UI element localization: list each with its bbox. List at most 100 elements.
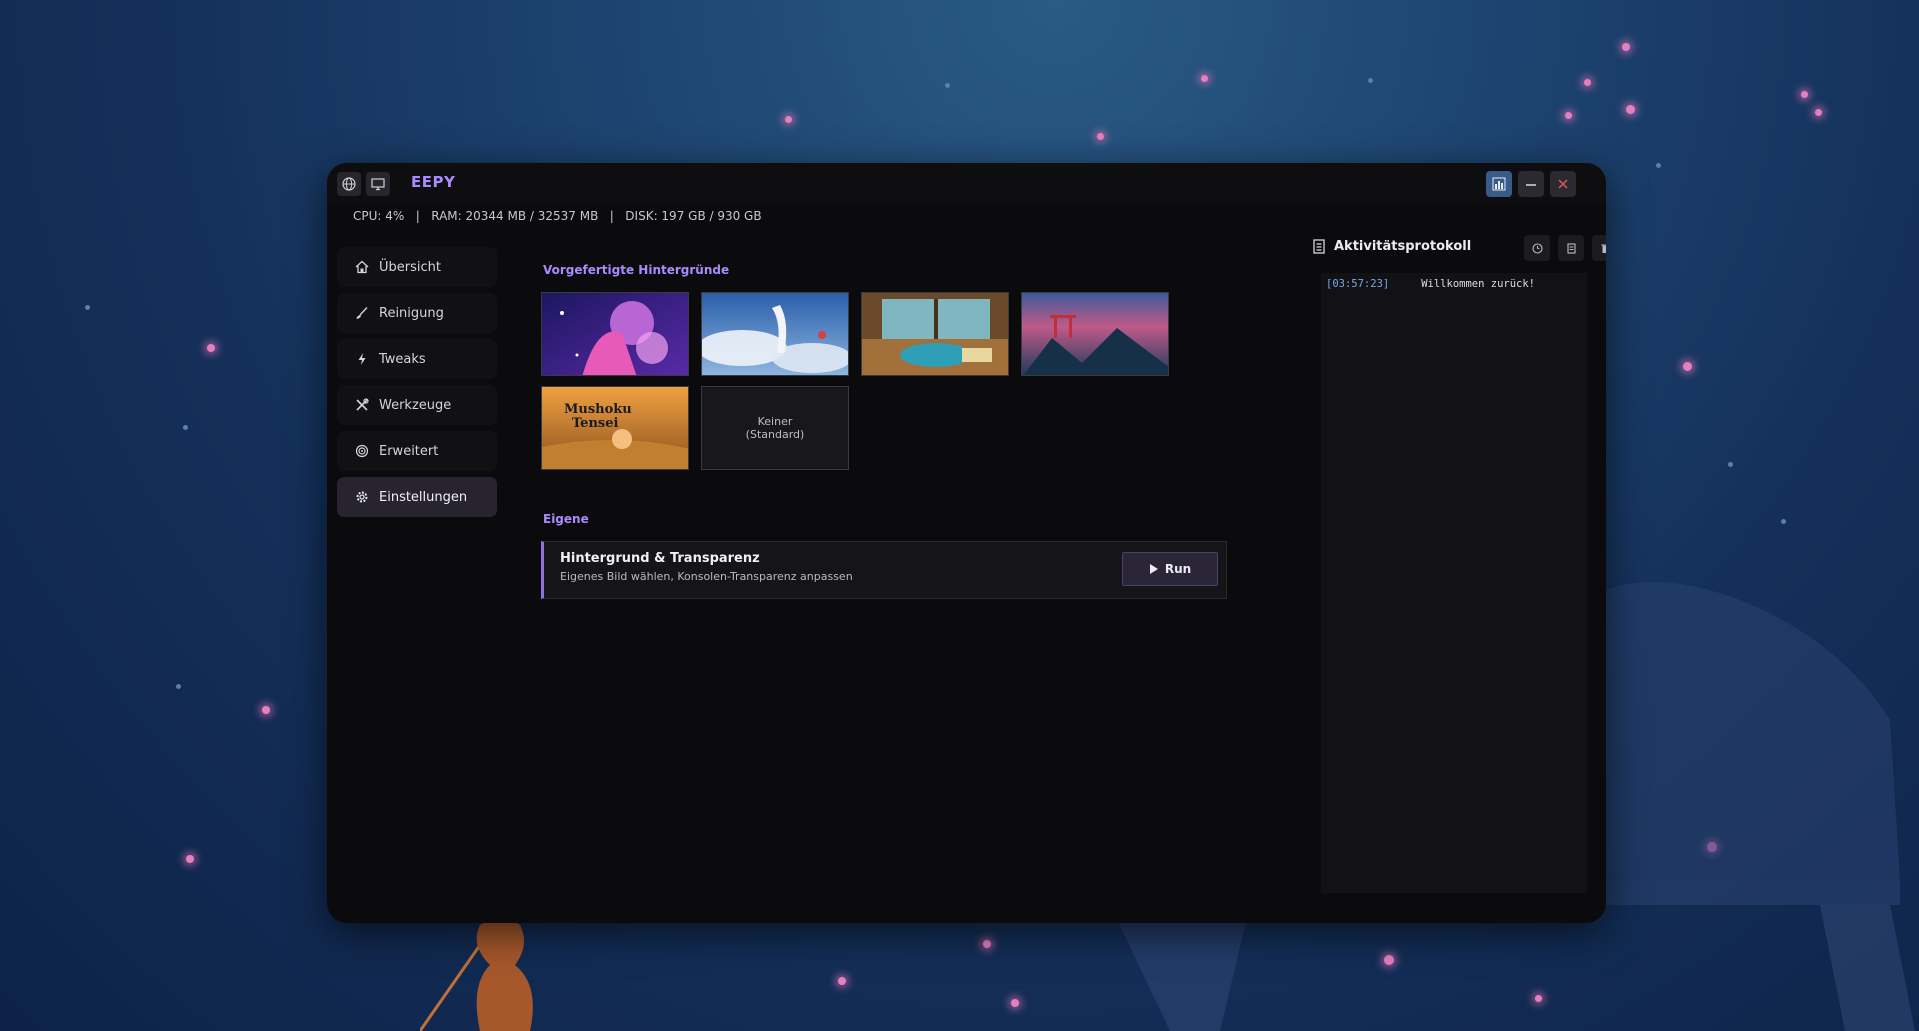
star (1622, 43, 1630, 51)
star (1781, 519, 1786, 524)
log-header: Aktivitätsprotokoll (1292, 223, 1606, 269)
wallpaper-thumb-5[interactable]: Mushoku Tensei (541, 386, 689, 470)
close-icon (1558, 179, 1568, 189)
ram-stat: RAM: 20344 MB / 32537 MB (431, 209, 599, 223)
star (1097, 133, 1104, 140)
sidebar-item-reinigung[interactable]: Reinigung (337, 293, 497, 333)
clock-icon (1531, 242, 1543, 254)
log-output[interactable]: [03:57:23] Willkommen zurück! (1321, 273, 1587, 893)
none-option-sublabel: (Standard) (745, 428, 805, 441)
activity-log-panel: Aktivitätsprotokoll [03:57:23] Willkommen… (1292, 223, 1606, 913)
star (1011, 999, 1019, 1007)
star (262, 706, 270, 714)
star (1565, 112, 1572, 119)
log-timer-button[interactable] (1524, 235, 1550, 261)
svg-text:Mushoku: Mushoku (564, 402, 632, 417)
custom-title: Eigene (543, 512, 589, 526)
card-title: Hintergrund & Transparenz (560, 551, 760, 566)
wallpaper-thumb-4[interactable] (1021, 292, 1169, 376)
star (1728, 462, 1733, 467)
log-timestamp: [03:57:23] (1326, 278, 1390, 290)
wallpaper-thumb-3[interactable] (861, 292, 1009, 376)
wallpaper-preview-image (702, 293, 848, 375)
app-title: EEPY (411, 173, 456, 191)
spiral-icon (355, 444, 369, 458)
log-entry: [03:57:23] Willkommen zurück! (1326, 278, 1535, 290)
wallpaper-thumb-2[interactable] (701, 292, 849, 376)
log-clear-button[interactable] (1592, 235, 1606, 261)
star (838, 977, 846, 985)
title-bar[interactable]: EEPY (327, 163, 1606, 203)
close-button[interactable] (1550, 171, 1576, 197)
minimize-button[interactable] (1518, 171, 1544, 197)
sidebar-item-label: Tweaks (379, 351, 426, 367)
run-button-label: Run (1164, 562, 1192, 576)
log-message: Willkommen zurück! (1421, 278, 1536, 290)
star (1626, 105, 1635, 114)
star (85, 305, 90, 310)
sidebar-item-label: Erweitert (379, 443, 439, 459)
sidebar-item-uebersicht[interactable]: Übersicht (337, 247, 497, 287)
wallpaper-thumb-1[interactable] (541, 292, 689, 376)
presets-title: Vorgefertigte Hintergründe (543, 263, 730, 277)
card-subtitle: Eigenes Bild wählen, Konsolen-Transparen… (560, 570, 853, 583)
star (1815, 109, 1822, 116)
sidebar-item-einstellungen[interactable]: Einstellungen (337, 477, 497, 517)
log-save-button[interactable] (1558, 235, 1584, 261)
stat-separator: | (609, 209, 614, 223)
sidebar-item-tweaks[interactable]: Tweaks (337, 339, 497, 379)
background-transparency-card: Hintergrund & Transparenz Eigenes Bild w… (541, 541, 1227, 599)
wallpaper-none-option[interactable]: Keiner (Standard) (701, 386, 849, 470)
wallpaper-preview-image: Mushoku Tensei (542, 387, 688, 469)
star (207, 344, 215, 352)
wallpaper-preview-image (862, 293, 1008, 375)
run-button[interactable]: Run (1122, 552, 1218, 586)
monitor-icon (371, 178, 385, 191)
gear-icon (356, 491, 368, 503)
sidebar-item-erweitert[interactable]: Erweitert (337, 431, 497, 471)
lightning-icon (358, 353, 366, 365)
log-title: Aktivitätsprotokoll (1334, 239, 1472, 254)
sidebar-item-label: Einstellungen (379, 489, 468, 505)
disk-stat: DISK: 197 GB / 930 GB (625, 209, 762, 223)
star (176, 684, 181, 689)
tools-icon (356, 398, 369, 411)
star (945, 83, 950, 88)
stat-separator: | (415, 209, 420, 223)
chart-icon (1492, 177, 1506, 191)
sidebar-item-label: Werkzeuge (379, 397, 452, 413)
monitor-button[interactable] (366, 172, 390, 196)
cpu-stat: CPU: 4% (353, 209, 405, 223)
app-window: EEPY CPU: 4% | RAM: 20344 MB / 32537 MB … (327, 163, 1606, 923)
star (183, 425, 188, 430)
home-icon (355, 260, 369, 274)
star (1656, 163, 1661, 168)
star (1801, 91, 1808, 98)
none-option-label: Keiner (757, 415, 793, 428)
star (1201, 75, 1208, 82)
star (1368, 78, 1373, 83)
cello-silhouette (420, 917, 533, 1031)
wallpaper-preview-image (1022, 293, 1168, 375)
sidebar-item-label: Reinigung (379, 305, 444, 321)
star (983, 940, 991, 948)
document-icon (1566, 242, 1576, 254)
star (186, 855, 194, 863)
trash-icon (1601, 244, 1606, 253)
wallpaper-preview-image (542, 293, 688, 375)
star (1683, 362, 1692, 371)
brush-icon (356, 307, 368, 319)
log-icon (1313, 239, 1325, 254)
system-stats: CPU: 4% | RAM: 20344 MB / 32537 MB | DIS… (353, 209, 762, 223)
star (1584, 79, 1591, 86)
sidebar-item-werkzeuge[interactable]: Werkzeuge (337, 385, 497, 425)
play-icon (1149, 564, 1158, 574)
stats-button[interactable] (1486, 171, 1512, 197)
globe-icon (342, 177, 356, 191)
globe-button[interactable] (337, 172, 361, 196)
sidebar-item-label: Übersicht (379, 259, 441, 275)
star (785, 116, 792, 123)
minimize-icon (1526, 184, 1536, 186)
svg-text:Tensei: Tensei (572, 416, 618, 431)
sidebar: Übersicht Reinigung Tweaks Werkzeuge Erw… (337, 247, 497, 523)
